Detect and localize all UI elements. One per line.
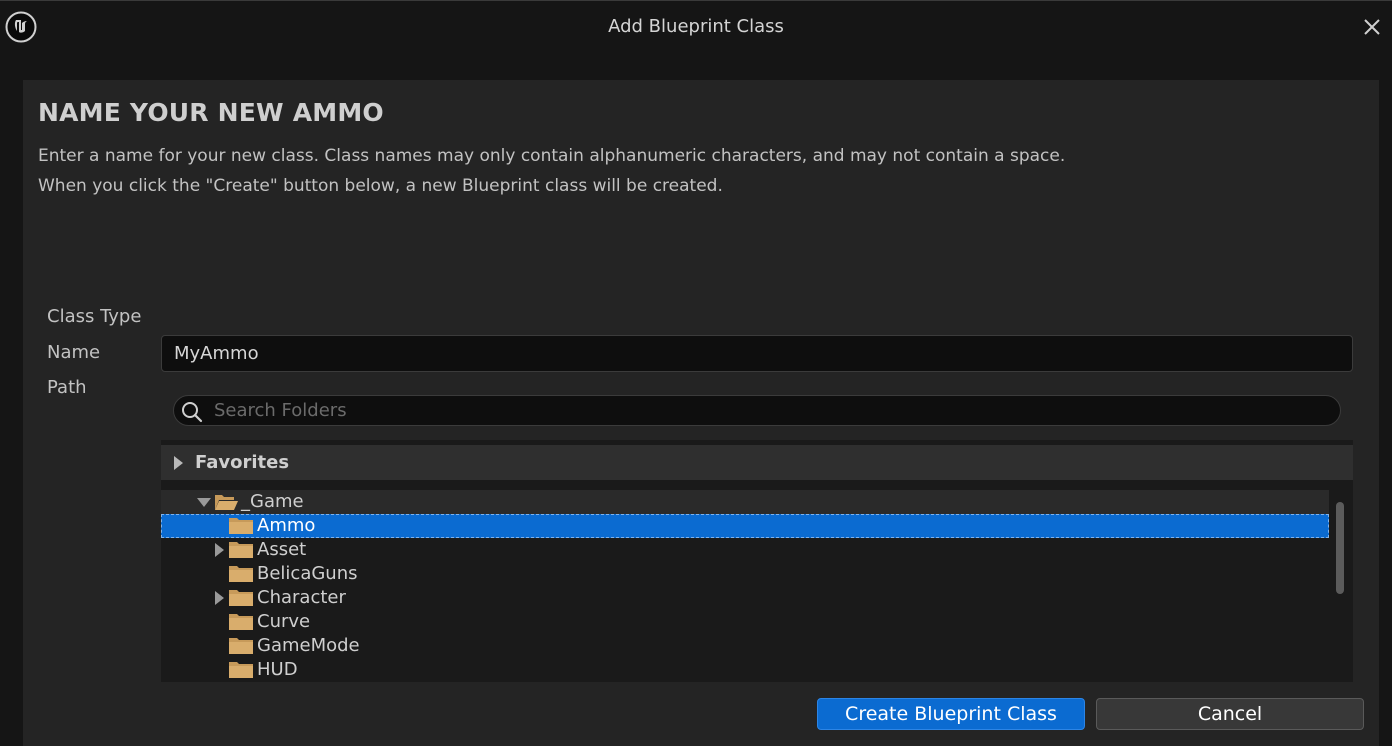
title-bar: Add Blueprint Class	[0, 0, 1392, 56]
tree-row-game[interactable]: _Game	[161, 490, 1329, 514]
folder-icon	[229, 638, 253, 654]
tree-scrollbar[interactable]	[1336, 502, 1344, 594]
tree-row-label: BelicaGuns	[257, 563, 358, 584]
dialog-panel: NAME YOUR NEW AMMO Enter a name for your…	[23, 80, 1379, 746]
tree-row-label: HUD	[257, 659, 298, 680]
tree-row-hud[interactable]: HUD	[161, 658, 1329, 682]
folder-tree: Favorites _Game Ammo Asset BelicaGuns Ch…	[161, 440, 1353, 682]
tree-row-label: Character	[257, 587, 346, 608]
class-type-label: Class Type	[47, 306, 142, 327]
folder-icon	[229, 542, 253, 558]
close-icon[interactable]	[1360, 15, 1384, 39]
favorites-section-header[interactable]: Favorites	[161, 445, 1353, 480]
search-folders-box	[173, 395, 1341, 426]
expand-right-icon[interactable]	[215, 591, 224, 605]
search-icon	[182, 402, 203, 423]
expand-right-icon[interactable]	[215, 543, 224, 557]
collapse-down-icon[interactable]	[197, 498, 211, 507]
search-folders-input[interactable]	[214, 396, 1324, 425]
tree-row-character[interactable]: Character	[161, 586, 1329, 610]
path-label: Path	[47, 377, 87, 398]
tree-row-gamemode[interactable]: GameMode	[161, 634, 1329, 658]
tree-row-belicaguns[interactable]: BelicaGuns	[161, 562, 1329, 586]
folder-icon	[229, 566, 253, 582]
dialog-heading: NAME YOUR NEW AMMO	[38, 98, 384, 127]
name-input[interactable]	[161, 335, 1353, 372]
folder-open-icon	[215, 495, 238, 510]
name-label: Name	[47, 342, 101, 363]
window-title: Add Blueprint Class	[608, 16, 784, 37]
tree-row-label: GameMode	[257, 635, 360, 656]
dialog-description-line-2: When you click the "Create" button below…	[38, 176, 723, 196]
tree-row-label: Curve	[257, 611, 311, 632]
tree-row-label: _Game	[241, 491, 304, 512]
tree-rows: _Game Ammo Asset BelicaGuns Character Cu…	[161, 490, 1329, 682]
cancel-button[interactable]: Cancel	[1096, 698, 1364, 730]
folder-icon	[229, 662, 253, 678]
tree-row-curve[interactable]: Curve	[161, 610, 1329, 634]
folder-icon	[229, 614, 253, 630]
favorites-label: Favorites	[195, 452, 290, 473]
dialog-description-line-1: Enter a name for your new class. Class n…	[38, 146, 1066, 166]
tree-row-asset[interactable]: Asset	[161, 538, 1329, 562]
create-blueprint-class-button[interactable]: Create Blueprint Class	[817, 698, 1085, 730]
folder-icon	[229, 590, 253, 606]
tree-row-label: Asset	[257, 539, 307, 560]
folder-icon	[229, 518, 253, 534]
expand-right-icon	[174, 456, 183, 470]
tree-row-label: Ammo	[257, 515, 316, 536]
tree-row-ammo[interactable]: Ammo	[161, 514, 1329, 538]
